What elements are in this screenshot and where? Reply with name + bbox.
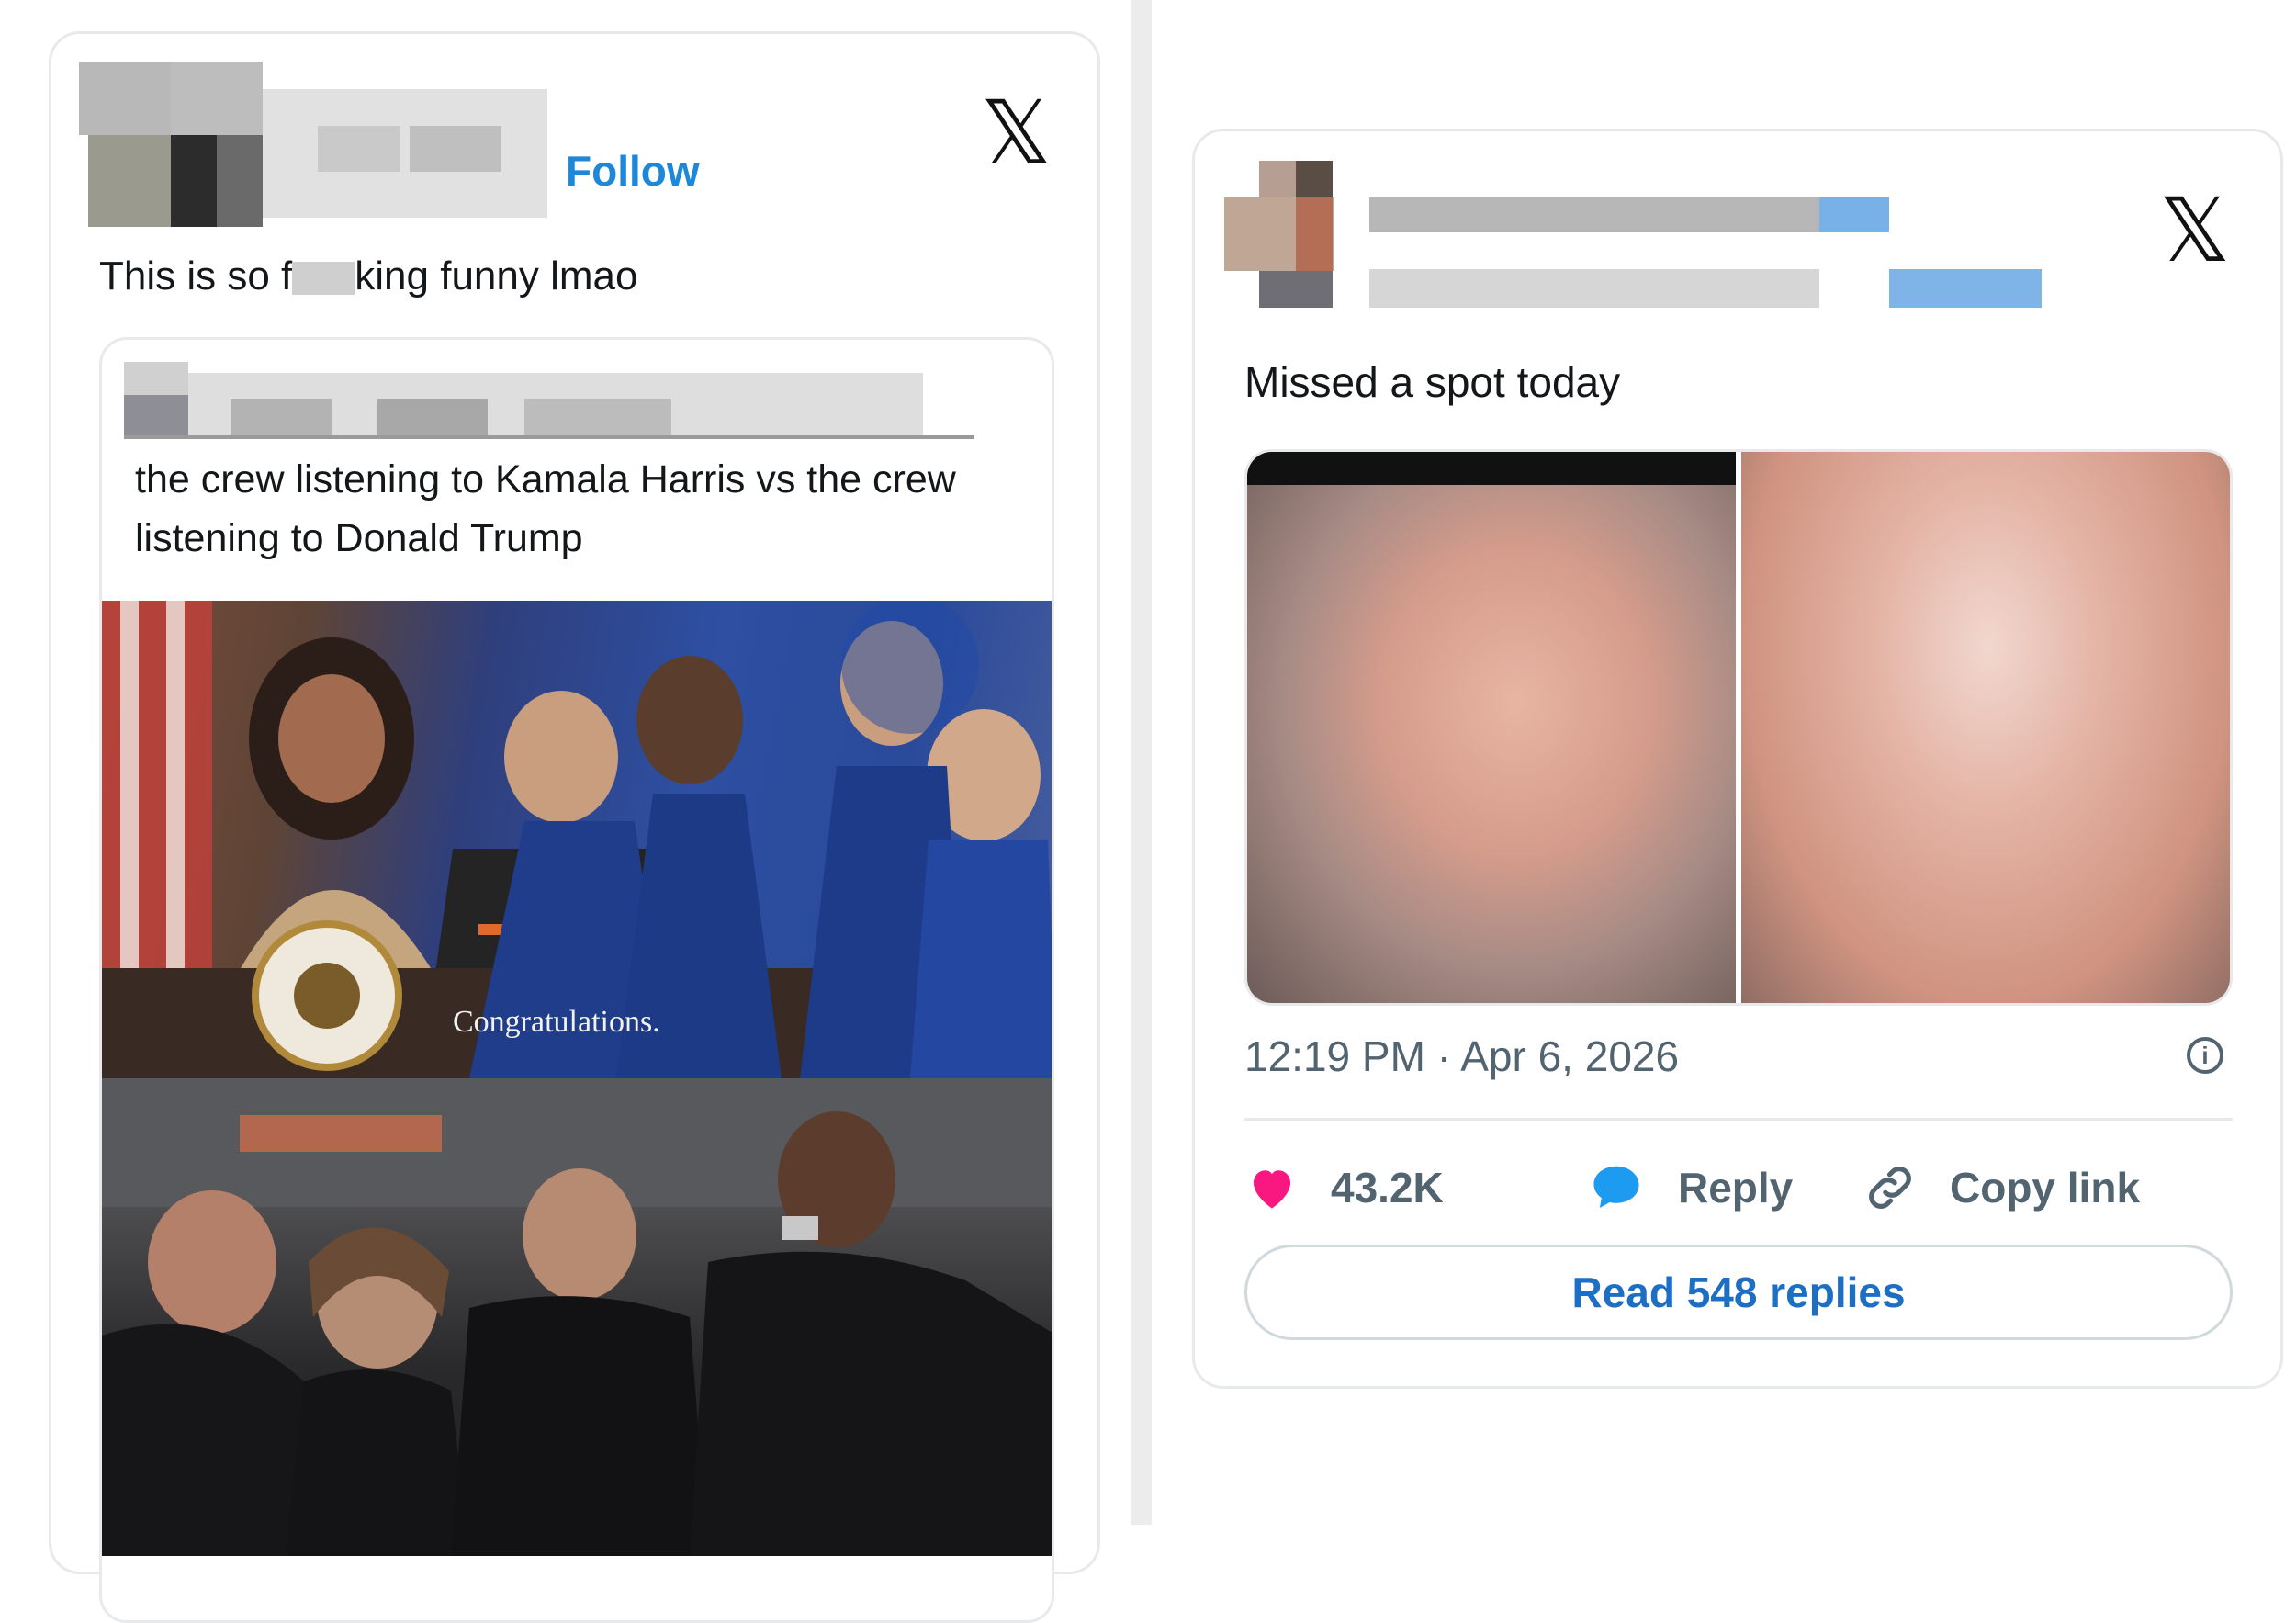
reply-label: Reply	[1678, 1164, 1794, 1212]
tweet-media[interactable]	[1244, 449, 2233, 1006]
meme-photo-top[interactable]: Congratulations.	[102, 601, 1052, 1078]
tweet-text: This is so f king funny lmao	[99, 251, 637, 301]
meme-photo-bottom[interactable]	[102, 1078, 1052, 1556]
copy-link-button[interactable]: Copy link	[1862, 1151, 2140, 1224]
read-replies-button[interactable]: Read 548 replies	[1244, 1245, 2233, 1340]
link-icon	[1869, 1167, 1911, 1209]
tweet-text-end: king funny lmao	[355, 254, 638, 299]
photo-bottom-illustration	[102, 1078, 1052, 1556]
tweet-text-start: This is so f	[99, 254, 293, 299]
x-logo-icon[interactable]: 𝕏	[2159, 186, 2230, 275]
quote-text: the crew listening to Kamala Harris vs t…	[135, 457, 956, 560]
reply-bubble-icon	[1593, 1166, 1639, 1208]
follow-button[interactable]: Follow	[566, 146, 700, 196]
photo-caption: Congratulations.	[453, 1005, 660, 1039]
quoted-tweet[interactable]: the crew listening to Kamala Harris vs t…	[99, 337, 1054, 1623]
censor-block	[292, 262, 355, 295]
like-button[interactable]: 43.2K	[1244, 1151, 1444, 1224]
info-icon[interactable]: i	[2187, 1037, 2223, 1074]
tweet-timestamp[interactable]: 12:19 PM · Apr 6, 2026	[1244, 1031, 1679, 1081]
right-tweet-card: 𝕏 Missed a spot today 12:19 PM · Apr 6, …	[1192, 129, 2283, 1389]
x-logo-icon[interactable]: 𝕏	[981, 89, 1052, 177]
media-photo-left[interactable]	[1247, 452, 1736, 1003]
media-top-band	[1247, 452, 1736, 485]
panel-divider	[1131, 0, 1152, 1525]
divider-line	[1244, 1118, 2233, 1121]
copy-link-label: Copy link	[1950, 1164, 2141, 1212]
media-photo-right[interactable]	[1741, 452, 2230, 1003]
heart-icon	[1254, 1170, 1290, 1209]
tweet-text: Missed a spot today	[1244, 358, 1621, 406]
like-count: 43.2K	[1331, 1164, 1444, 1212]
left-tweet-card: Follow 𝕏 This is so f king funny lmao the…	[49, 31, 1100, 1623]
reply-button[interactable]: Reply	[1586, 1151, 1793, 1224]
